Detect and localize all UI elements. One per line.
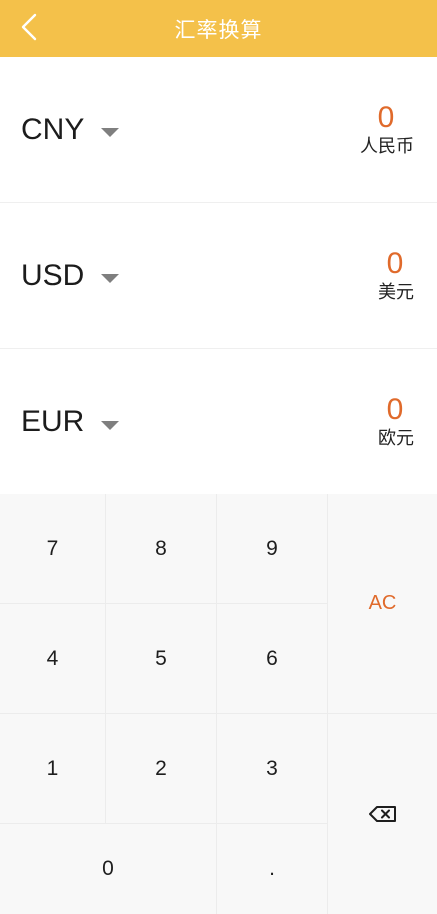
currency-name: 美元 (378, 281, 414, 303)
exchange-rate-screen: 汇率换算 CNY 0 人民币 USD 0 美元 EUR 0 欧元 7 8 9 A… (0, 0, 437, 914)
amount-display-usd[interactable]: 0 美元 (376, 246, 414, 304)
key-decimal[interactable]: . (217, 824, 328, 914)
key-6[interactable]: 6 (217, 604, 328, 714)
key-7[interactable]: 7 (0, 494, 106, 604)
caret-down-icon (101, 420, 120, 430)
currency-code: EUR (21, 405, 85, 438)
currency-selector-eur[interactable]: EUR (21, 405, 120, 439)
currency-code: CNY (21, 112, 85, 146)
page-title: 汇率换算 (174, 17, 263, 42)
currency-row-cny: CNY 0 人民币 (0, 57, 437, 203)
caret-down-icon (101, 274, 120, 283)
back-button[interactable] (12, 10, 46, 44)
amount-display-cny[interactable]: 0 人民币 (358, 100, 414, 158)
amount-value: 0 (386, 246, 404, 280)
key-3[interactable]: 3 (217, 714, 328, 824)
key-4[interactable]: 4 (0, 604, 106, 714)
currency-name: 欧元 (378, 428, 414, 449)
caret-down-icon (101, 128, 120, 137)
clear-button[interactable]: AC (328, 494, 437, 714)
key-9[interactable]: 9 (217, 494, 328, 604)
amount-display-eur[interactable]: 0 欧元 (376, 394, 414, 450)
key-0[interactable]: 0 (0, 824, 217, 914)
header-bar: 汇率换算 (0, 0, 437, 57)
currency-row-eur: EUR 0 欧元 (0, 349, 437, 495)
backspace-icon (368, 806, 396, 822)
currency-selector-cny[interactable]: CNY (21, 112, 120, 147)
key-8[interactable]: 8 (106, 494, 217, 604)
currency-name: 人民币 (360, 135, 414, 157)
currency-selector-usd[interactable]: USD (21, 258, 120, 293)
key-1[interactable]: 1 (0, 714, 106, 824)
currency-row-usd: USD 0 美元 (0, 203, 437, 349)
amount-value: 0 (377, 100, 395, 134)
numeric-keypad: 7 8 9 AC 4 5 6 1 2 3 0 . (0, 494, 437, 914)
key-5[interactable]: 5 (106, 604, 217, 714)
currency-code: USD (21, 258, 85, 292)
delete-button[interactable] (328, 714, 437, 914)
chevron-left-icon (21, 13, 37, 41)
key-2[interactable]: 2 (106, 714, 217, 824)
currency-list: CNY 0 人民币 USD 0 美元 EUR 0 欧元 (0, 57, 437, 495)
amount-value: 0 (386, 393, 404, 426)
